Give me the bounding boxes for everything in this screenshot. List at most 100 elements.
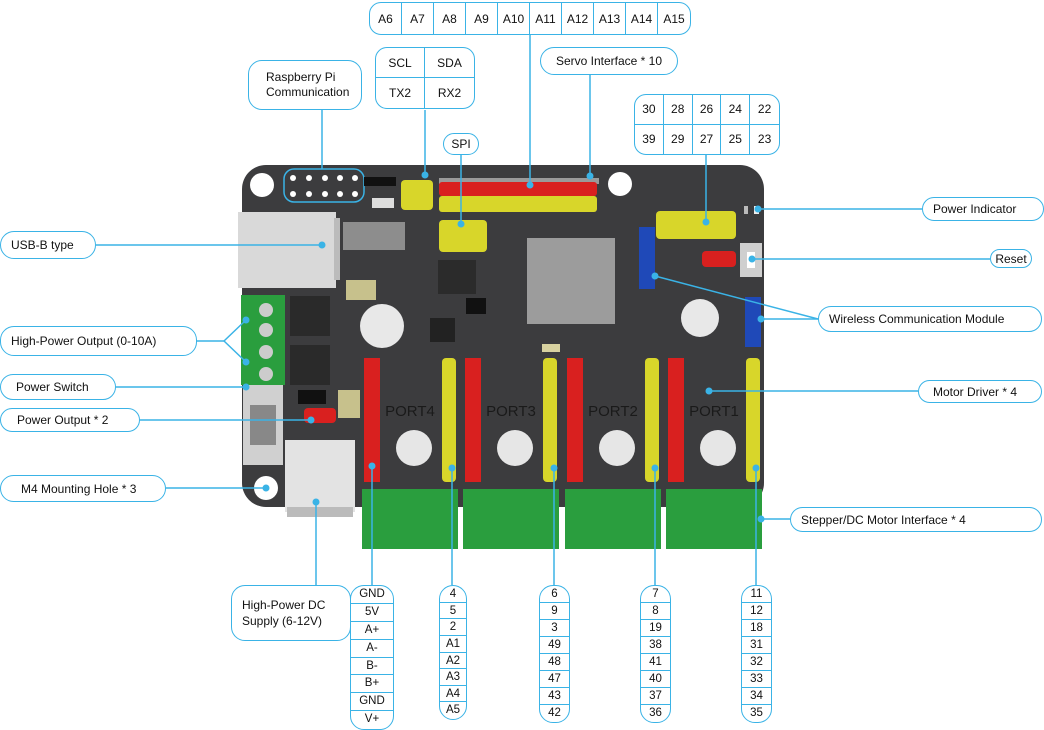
port-label: PORT3 <box>486 403 536 420</box>
port-label: PORT1 <box>689 403 739 420</box>
capacitor <box>497 430 533 466</box>
spi-header <box>439 220 487 252</box>
analog-pin-label: A15 <box>663 11 685 26</box>
pin-label: 6 <box>540 586 569 603</box>
servo-pin-grid: 30 28 26 24 22 39 29 27 25 23 <box>634 94 780 155</box>
pin-label: 5 <box>440 603 466 620</box>
servo-pin-label: 22 <box>750 95 779 125</box>
capacitor <box>396 430 432 466</box>
callout-usb-b: USB-B type <box>0 231 96 259</box>
mounting-hole <box>608 172 632 196</box>
pin-label: 18 <box>742 620 771 637</box>
pin-label: 3 <box>540 620 569 637</box>
usb-b-connector <box>238 212 336 288</box>
callout-high-power-output: High-Power Output (0-10A) <box>0 326 197 356</box>
pin-label: 5V <box>351 604 393 622</box>
analog-pin-label: A10 <box>498 3 530 34</box>
callout-power-output: Power Output * 2 <box>0 408 140 432</box>
pin-label: A4 <box>440 686 466 703</box>
pin-label: 2 <box>440 619 466 636</box>
pin-label: 31 <box>742 637 771 654</box>
servo-pin-label: 30 <box>635 95 664 125</box>
pin-label: B+ <box>351 675 393 694</box>
pinlist-port3: 6 9 3 49 48 47 43 42 <box>539 585 570 723</box>
power-output-header <box>304 408 336 423</box>
analog-pin-label: A7 <box>402 3 434 34</box>
pin-label: 9 <box>540 603 569 620</box>
pin-label: 34 <box>742 688 771 705</box>
motor-driver-header-red <box>465 358 481 482</box>
pin-label: V+ <box>364 713 380 726</box>
pin-label: 41 <box>641 654 670 671</box>
pin-label: 19 <box>641 620 670 637</box>
callout-mounting-hole: M4 Mounting Hole * 3 <box>0 475 166 502</box>
pin-label: 40 <box>641 671 670 688</box>
analog-pin-label: A11 <box>530 3 562 34</box>
pin-label: GND <box>351 693 393 712</box>
pin-label: 12 <box>742 603 771 620</box>
pin-label: A+ <box>351 622 393 640</box>
pin-label: 43 <box>540 688 569 705</box>
callout-power-switch: Power Switch <box>0 374 116 400</box>
pin-label: B- <box>351 658 393 676</box>
wireless-header-1 <box>639 227 655 289</box>
analog-pin-label: A8 <box>434 3 466 34</box>
servo-header-yellow <box>439 196 597 212</box>
pin-label: A1 <box>440 636 466 653</box>
pinlist-port2: 7 8 19 38 41 40 37 36 <box>640 585 671 723</box>
callout-servo-interface: Servo Interface * 10 <box>540 47 678 75</box>
i2c-uart-pin-label: RX2 <box>437 86 462 100</box>
pin-label: 48 <box>540 654 569 671</box>
motor-driver-header-yellow <box>543 358 557 482</box>
analog-pin-label: A13 <box>594 3 626 34</box>
pin-label: 35 <box>750 707 763 719</box>
analog-pin-grid: A6 A7 A8 A9 A10 A11 A12 A13 A14 A15 <box>369 2 691 35</box>
capacitor <box>599 430 635 466</box>
servo-pin-label: 25 <box>721 124 751 154</box>
pin-label: 37 <box>641 688 670 705</box>
pin-label: A2 <box>440 653 466 670</box>
callout-raspberry-pi: Raspberry Pi Communication <box>248 60 362 110</box>
callout-reset: Reset <box>990 249 1032 268</box>
pin-label: A3 <box>440 669 466 686</box>
motor-terminal-block <box>362 489 458 549</box>
pin-label: 49 <box>540 637 569 654</box>
pin-label: 33 <box>742 671 771 688</box>
callout-motor-driver: Motor Driver * 4 <box>918 380 1042 403</box>
servo-pin-label: 23 <box>757 132 772 147</box>
motor-driver-header-yellow <box>442 358 456 482</box>
pin-label: 47 <box>540 671 569 688</box>
analog-pin-label: A9 <box>466 3 498 34</box>
i2c-uart-pin-label: SCL <box>376 48 425 78</box>
pinlist-port1: 11 12 18 31 32 33 34 35 <box>741 585 772 723</box>
servo-pin-label: 24 <box>721 95 751 125</box>
i2c-uart-pin-label: SDA <box>425 48 474 78</box>
pin-label: 32 <box>742 654 771 671</box>
servo-pin-label: 27 <box>693 124 722 154</box>
mounting-hole <box>254 476 278 500</box>
pin-label: 36 <box>649 707 662 719</box>
port-label: PORT2 <box>588 403 638 420</box>
servo-pin-label: 29 <box>664 124 693 154</box>
analog-pin-label: A12 <box>562 3 594 34</box>
pin-label: A5 <box>445 704 461 717</box>
callout-power-indicator: Power Indicator <box>922 197 1044 221</box>
motor-driver-header-yellow <box>645 358 659 482</box>
servo-pin-label: 28 <box>663 95 693 125</box>
motor-driver-header-red <box>364 358 380 482</box>
pin-label: 8 <box>641 603 670 620</box>
callout-spi: SPI <box>443 133 479 155</box>
analog-pin-label: A14 <box>626 3 658 34</box>
analog-pin-label: A6 <box>370 3 402 34</box>
callout-wireless-module: Wireless Communication Module <box>818 306 1042 332</box>
motor-terminal-block <box>565 489 661 549</box>
servo-pin-label: 39 <box>635 124 664 154</box>
mounting-hole <box>250 173 274 197</box>
dc-supply-jack <box>285 440 355 512</box>
pin-label: 11 <box>742 586 771 603</box>
pinlist-port4: 4 5 2 A1 A2 A3 A4 A5 <box>439 585 467 720</box>
i2c-uart-pin-grid: SCL SDA TX2 RX2 <box>375 47 475 109</box>
motor-driver-header-red <box>567 358 583 482</box>
capacitor <box>700 430 736 466</box>
port-label: PORT4 <box>385 403 435 420</box>
